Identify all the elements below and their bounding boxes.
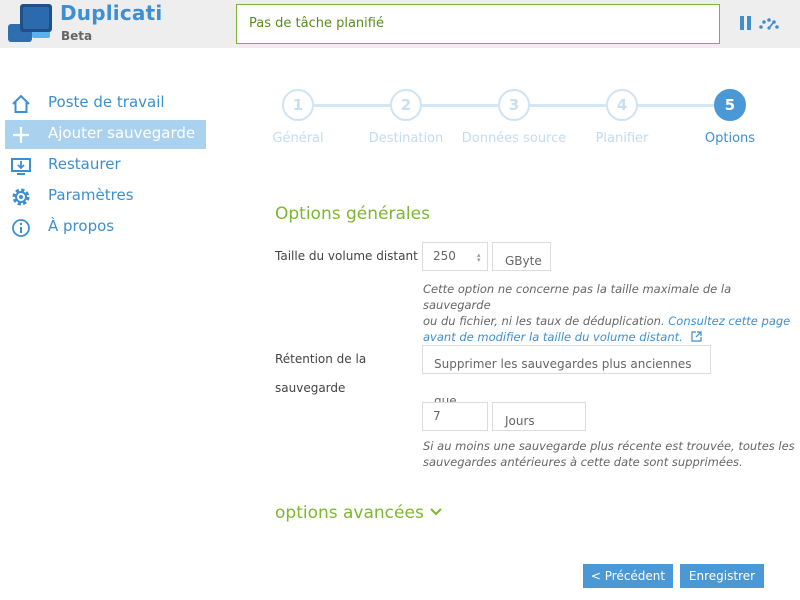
- sidebar-item-settings[interactable]: Paramètres: [5, 182, 206, 211]
- section-title-general-options: Options générales: [275, 204, 430, 224]
- step-3[interactable]: 3: [498, 89, 530, 121]
- step-1[interactable]: 1: [282, 89, 314, 121]
- step-label-options[interactable]: Options: [705, 131, 755, 146]
- volume-size-value: 250: [433, 249, 456, 263]
- duplicati-logo-icon: [8, 4, 52, 42]
- chevron-down-icon: [430, 508, 442, 516]
- step-connector: [530, 104, 606, 107]
- step-connector: [638, 104, 714, 107]
- sidebar-item-about[interactable]: À propos: [5, 213, 206, 242]
- step-label-schedule[interactable]: Planifier: [596, 131, 649, 146]
- throttle-icon[interactable]: [758, 15, 780, 31]
- home-icon: [12, 94, 30, 113]
- sidebar-item-add-backup[interactable]: Ajouter sauvegarde: [5, 120, 206, 149]
- status-bar: Pas de tâche planifié: [236, 4, 720, 44]
- help-line: Cette option ne concerne pas la taille m…: [423, 282, 732, 312]
- external-link-icon[interactable]: [691, 331, 702, 342]
- help-line: avant de modifier la taille du volume di…: [423, 329, 800, 345]
- top-header: Duplicati Beta Pas de tâche planifié: [0, 0, 800, 48]
- volume-size-unit-select[interactable]: GByte: [492, 242, 551, 271]
- step-connector: [314, 104, 390, 107]
- restore-icon: [11, 158, 31, 175]
- gear-icon: [12, 188, 30, 206]
- plus-icon: [13, 127, 29, 143]
- help-link[interactable]: avant de modifier la taille du volume di…: [423, 330, 683, 344]
- sidebar-item-home[interactable]: Poste de travail: [5, 89, 206, 118]
- sidebar-item-label: Paramètres: [48, 186, 134, 204]
- retention-label: Rétention de la: [275, 352, 367, 366]
- step-5[interactable]: 5: [714, 89, 746, 121]
- step-4[interactable]: 4: [606, 89, 638, 121]
- sidebar-item-restore[interactable]: Restaurer: [5, 151, 206, 180]
- retention-mode-select[interactable]: Supprimer les sauvegardes plus anciennes…: [422, 345, 711, 408]
- step-label-source-data[interactable]: Données source: [462, 131, 567, 146]
- advanced-options-toggle[interactable]: options avancées: [275, 503, 442, 523]
- help-line: ou du fichier, ni les taux de déduplicat…: [423, 314, 791, 328]
- info-icon: [12, 219, 30, 237]
- volume-size-help: Cette option ne concerne pas la taille m…: [423, 281, 800, 345]
- step-label-general[interactable]: Général: [272, 131, 323, 146]
- sidebar-item-label: Poste de travail: [48, 93, 165, 111]
- help-line: sauvegardes antérieures à cette date son…: [423, 455, 743, 469]
- step-connector: [422, 104, 498, 107]
- sidebar-item-label: À propos: [48, 217, 115, 235]
- spinner-arrows-icon[interactable]: ▴ ▾: [477, 252, 483, 264]
- retention-unit-select[interactable]: Jours: [492, 402, 586, 431]
- save-button[interactable]: Enregistrer: [680, 564, 764, 588]
- volume-size-label: Taille du volume distant: [275, 249, 418, 263]
- retention-label-line2: sauvegarde: [275, 381, 346, 395]
- previous-button[interactable]: < Précédent: [583, 564, 673, 588]
- retention-help: Si au moins une sauvegarde plus récente …: [423, 438, 795, 470]
- app-title: Duplicati: [60, 1, 163, 25]
- advanced-options-label: options avancées: [275, 503, 424, 523]
- app-subtitle: Beta: [61, 29, 93, 43]
- step-label-destination[interactable]: Destination: [369, 131, 444, 146]
- sidebar-item-label: Ajouter sauvegarde: [48, 124, 196, 142]
- pause-icon[interactable]: [740, 16, 752, 30]
- help-link[interactable]: Consultez cette page: [668, 314, 790, 328]
- sidebar-item-label: Restaurer: [48, 155, 121, 173]
- volume-size-input[interactable]: 250 ▴ ▾: [422, 242, 488, 271]
- step-2[interactable]: 2: [390, 89, 422, 121]
- retention-value-input[interactable]: 7: [422, 402, 488, 431]
- help-line: Si au moins une sauvegarde plus récente …: [423, 439, 795, 453]
